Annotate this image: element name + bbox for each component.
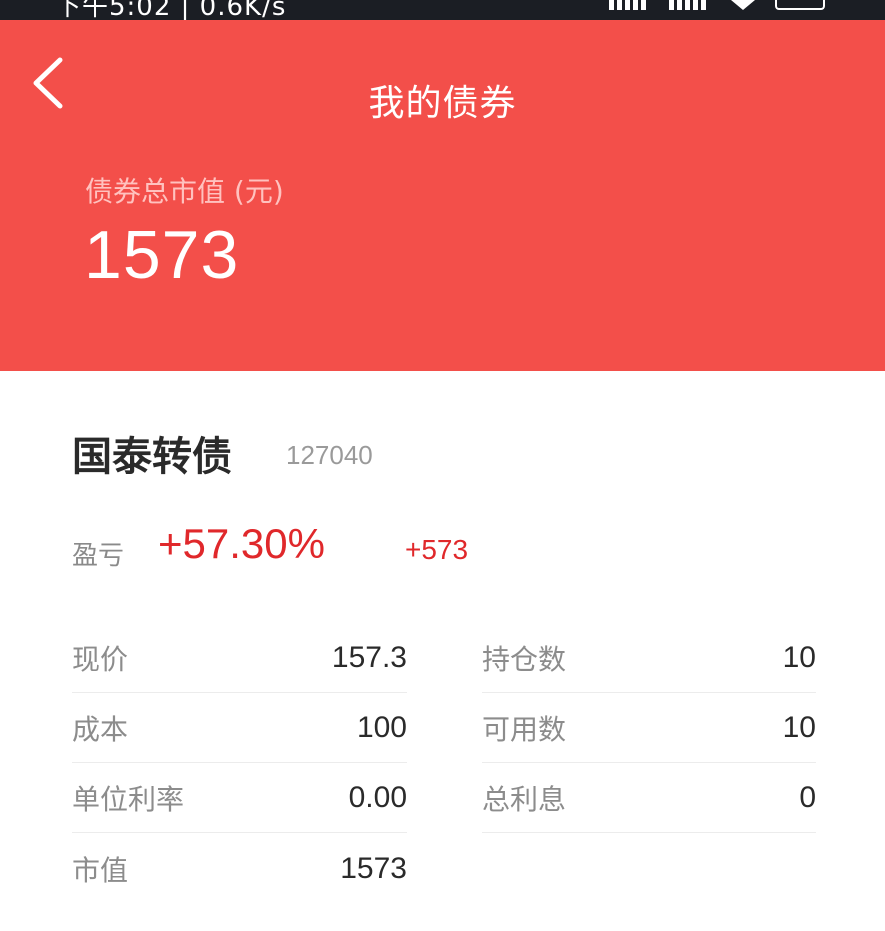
pnl-percent: +57.30% [158, 520, 325, 567]
detail-row-available: 可用数 10 [482, 693, 816, 763]
bond-name: 国泰转债 [72, 434, 232, 480]
detail-value: 0 [799, 780, 816, 814]
detail-label: 成本 [72, 712, 129, 746]
detail-label: 单位利率 [72, 782, 185, 816]
detail-row-current-price: 现价 157.3 [72, 623, 407, 693]
detail-label: 可用数 [482, 712, 567, 746]
signal-icon [609, 0, 651, 10]
total-market-value-label: 债券总市值 (元) [85, 175, 284, 208]
page-title: 我的债券 [368, 83, 517, 124]
detail-row-cost: 成本 100 [72, 693, 407, 763]
status-icons [609, 0, 825, 20]
detail-value: 157.3 [331, 640, 407, 674]
bond-code: 127040 [286, 440, 373, 470]
total-market-value: 1573 [84, 217, 240, 293]
detail-label: 市值 [72, 854, 129, 887]
detail-label: 总利息 [482, 782, 567, 816]
detail-value: 0.00 [348, 780, 407, 814]
detail-label: 现价 [72, 642, 129, 676]
pnl-label: 盈亏 [72, 541, 125, 571]
detail-row-total-interest: 总利息 0 [482, 763, 816, 833]
status-bar: 下午5:02 | 0.6K/s [0, 0, 885, 20]
detail-label: 持仓数 [482, 642, 567, 676]
detail-value: 10 [782, 710, 816, 744]
header: 我的债券 债券总市值 (元) 1573 [0, 20, 885, 371]
detail-value: 100 [356, 710, 407, 744]
battery-icon [775, 0, 825, 10]
detail-row-holdings: 持仓数 10 [482, 623, 816, 693]
detail-value: 10 [782, 640, 816, 674]
detail-value: 1573 [340, 852, 407, 885]
detail-row-unit-rate: 单位利率 0.00 [72, 763, 407, 833]
pnl-amount: +573 [405, 534, 469, 565]
status-time-speed: 下午5:02 | 0.6K/s [55, 0, 287, 20]
wifi-icon [729, 0, 757, 10]
signal-icon [669, 0, 711, 10]
detail-row-market-value: 市值 1573 [72, 834, 407, 904]
